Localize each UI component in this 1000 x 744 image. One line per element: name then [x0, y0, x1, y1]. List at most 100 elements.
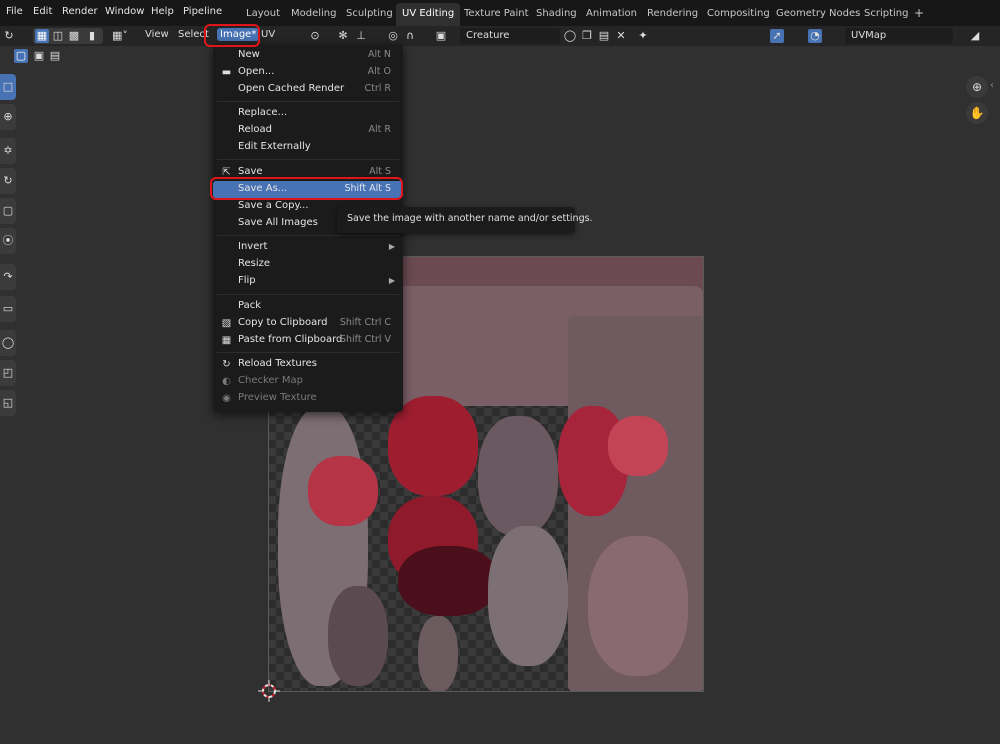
- tab-layout[interactable]: Layout: [240, 3, 286, 26]
- uv-sync-icon[interactable]: ➚: [770, 29, 784, 43]
- menu-file[interactable]: File: [6, 6, 23, 17]
- sticky-select-icon[interactable]: ▦˅: [112, 29, 128, 43]
- menu-window[interactable]: Window: [105, 6, 144, 17]
- falloff-icon[interactable]: ∩: [403, 29, 417, 43]
- menu-item-invert[interactable]: Invert ▶: [213, 239, 403, 256]
- pin-icon[interactable]: ✦: [636, 29, 650, 43]
- select-extend-icon[interactable]: ▣: [32, 49, 46, 63]
- menu-item-pack[interactable]: Pack: [213, 298, 403, 315]
- menu-item-label: Open Cached Render: [238, 83, 345, 94]
- cursor-tool-icon[interactable]: ⊕: [0, 104, 16, 130]
- menu-help[interactable]: Help: [151, 6, 174, 17]
- menu-item-label: Open...: [238, 66, 275, 77]
- select-box-tool-icon[interactable]: □: [0, 74, 16, 100]
- pan-hand-icon[interactable]: ✋: [966, 102, 988, 124]
- uv-select-mode-bar: ▢ ▣ ▤: [0, 46, 70, 66]
- menu-select[interactable]: Select: [178, 29, 209, 40]
- texture-patch: [418, 616, 458, 692]
- select-mode-edge-icon[interactable]: ◫: [51, 29, 65, 43]
- annotate-tool-icon[interactable]: ↷: [0, 264, 16, 290]
- rip-tool-icon[interactable]: ◱: [0, 390, 16, 416]
- menu-item-reload[interactable]: Reload Alt R: [213, 122, 403, 139]
- menu-item-label: Resize: [238, 258, 271, 269]
- tab-rendering[interactable]: Rendering: [641, 3, 704, 26]
- pivot-point-icon[interactable]: ⊙: [308, 29, 322, 43]
- menu-item-shortcut: Shift Alt S: [344, 183, 391, 194]
- menu-item-shortcut: Shift Ctrl V: [339, 334, 391, 345]
- menu-edit[interactable]: Edit: [33, 6, 52, 17]
- snap-icon[interactable]: ✻: [336, 29, 350, 43]
- menu-item-label: Checker Map: [238, 375, 303, 386]
- overlay-icon[interactable]: ◔: [808, 29, 822, 43]
- tab-animation[interactable]: Animation: [580, 3, 643, 26]
- uv-cursor-icon[interactable]: [258, 680, 280, 702]
- transform-tool-icon[interactable]: ⦿: [0, 228, 16, 254]
- menu-pipeline[interactable]: Pipeline: [183, 6, 222, 17]
- select-box-icon[interactable]: ▢: [14, 49, 28, 63]
- menu-item-new[interactable]: New Alt N: [213, 47, 403, 64]
- tab-sculpting[interactable]: Sculpting: [340, 3, 399, 26]
- menu-image[interactable]: Image*: [217, 28, 260, 41]
- eye-icon: ◉: [222, 393, 231, 404]
- menu-render[interactable]: Render: [62, 6, 98, 17]
- tab-scripting[interactable]: Scripting: [858, 3, 914, 26]
- tab-modeling[interactable]: Modeling: [285, 3, 343, 26]
- select-mode-group[interactable]: ▦ ◫ ▩ ▮: [33, 28, 103, 44]
- sidebar-toggle-icon[interactable]: ‹: [990, 80, 994, 91]
- menu-item-copy-to-clipboard[interactable]: ▧ Copy to Clipboard Shift Ctrl C: [213, 315, 403, 332]
- move-tool-icon[interactable]: ✡: [0, 138, 16, 164]
- proportional-edit-icon[interactable]: ◎: [386, 29, 400, 43]
- menu-item-label: Invert: [238, 241, 268, 252]
- menu-item-open[interactable]: ▬ Open... Alt O: [213, 64, 403, 81]
- menu-item-flip[interactable]: Flip ▶: [213, 273, 403, 290]
- unlink-icon[interactable]: ✕: [614, 29, 628, 43]
- tab-texture-paint[interactable]: Texture Paint: [458, 3, 535, 26]
- pinch-tool-icon[interactable]: ◰: [0, 360, 16, 386]
- menu-item-replace[interactable]: Replace...: [213, 105, 403, 122]
- zoom-icon[interactable]: ⊕: [966, 76, 988, 98]
- menu-item-paste-from-clipboard[interactable]: ▦ Paste from Clipboard Shift Ctrl V: [213, 332, 403, 349]
- grab-tool-icon[interactable]: ▭: [0, 296, 16, 322]
- menu-item-open-cached-render[interactable]: Open Cached Render Ctrl R: [213, 81, 403, 98]
- tab-compositing[interactable]: Compositing: [701, 3, 776, 26]
- tab-geometry-nodes[interactable]: Geometry Nodes: [770, 3, 866, 26]
- relax-tool-icon[interactable]: ◯: [0, 330, 16, 356]
- menu-uv[interactable]: UV: [261, 29, 275, 40]
- menu-item-resize[interactable]: Resize: [213, 256, 403, 273]
- texture-patch: [488, 526, 568, 666]
- folder-icon: ▬: [221, 67, 232, 78]
- open-image-icon[interactable]: ▤: [597, 29, 611, 43]
- menu-separator: [217, 159, 399, 160]
- menu-separator: [217, 235, 399, 236]
- select-mode-face-icon[interactable]: ▩: [67, 29, 81, 43]
- snap-target-icon[interactable]: ⊥: [354, 29, 368, 43]
- fake-user-icon[interactable]: ◯: [563, 29, 577, 43]
- select-mode-vertex-icon[interactable]: ▦: [35, 29, 49, 43]
- menu-item-save[interactable]: ⇱ Save Alt S: [213, 164, 403, 181]
- menu-item-shortcut: Ctrl R: [364, 83, 391, 94]
- texture-patch: [398, 546, 498, 616]
- texture-patch: [608, 416, 668, 476]
- image-name-field[interactable]: Creature: [460, 28, 560, 44]
- menu-item-reload-textures[interactable]: ↻ Reload Textures: [213, 356, 403, 373]
- select-subtract-icon[interactable]: ▤: [48, 49, 62, 63]
- image-name-text: Creature: [466, 30, 510, 41]
- editor-type-icon[interactable]: ↻: [2, 29, 16, 43]
- menu-item-label: Replace...: [238, 107, 288, 118]
- image-browse-icon[interactable]: ▣: [434, 29, 448, 43]
- submenu-arrow-icon: ▶: [388, 276, 395, 285]
- add-workspace-button[interactable]: +: [908, 1, 930, 24]
- menu-item-save-as[interactable]: Save As... Shift Alt S: [213, 181, 403, 198]
- tab-uv-editing[interactable]: UV Editing: [396, 3, 461, 26]
- rotate-tool-icon[interactable]: ↻: [0, 168, 16, 194]
- menu-separator: [217, 352, 399, 353]
- display-channels-icon[interactable]: ◢: [968, 29, 982, 43]
- select-mode-island-icon[interactable]: ▮: [85, 29, 99, 43]
- menu-item-edit-externally[interactable]: Edit Externally: [213, 139, 403, 156]
- scale-tool-icon[interactable]: ▢: [0, 198, 16, 224]
- texture-patch: [308, 456, 378, 526]
- new-image-icon[interactable]: ❐: [580, 29, 594, 43]
- tab-shading[interactable]: Shading: [530, 3, 583, 26]
- menu-view[interactable]: View: [145, 29, 169, 40]
- uv-map-field[interactable]: UVMap: [845, 28, 953, 44]
